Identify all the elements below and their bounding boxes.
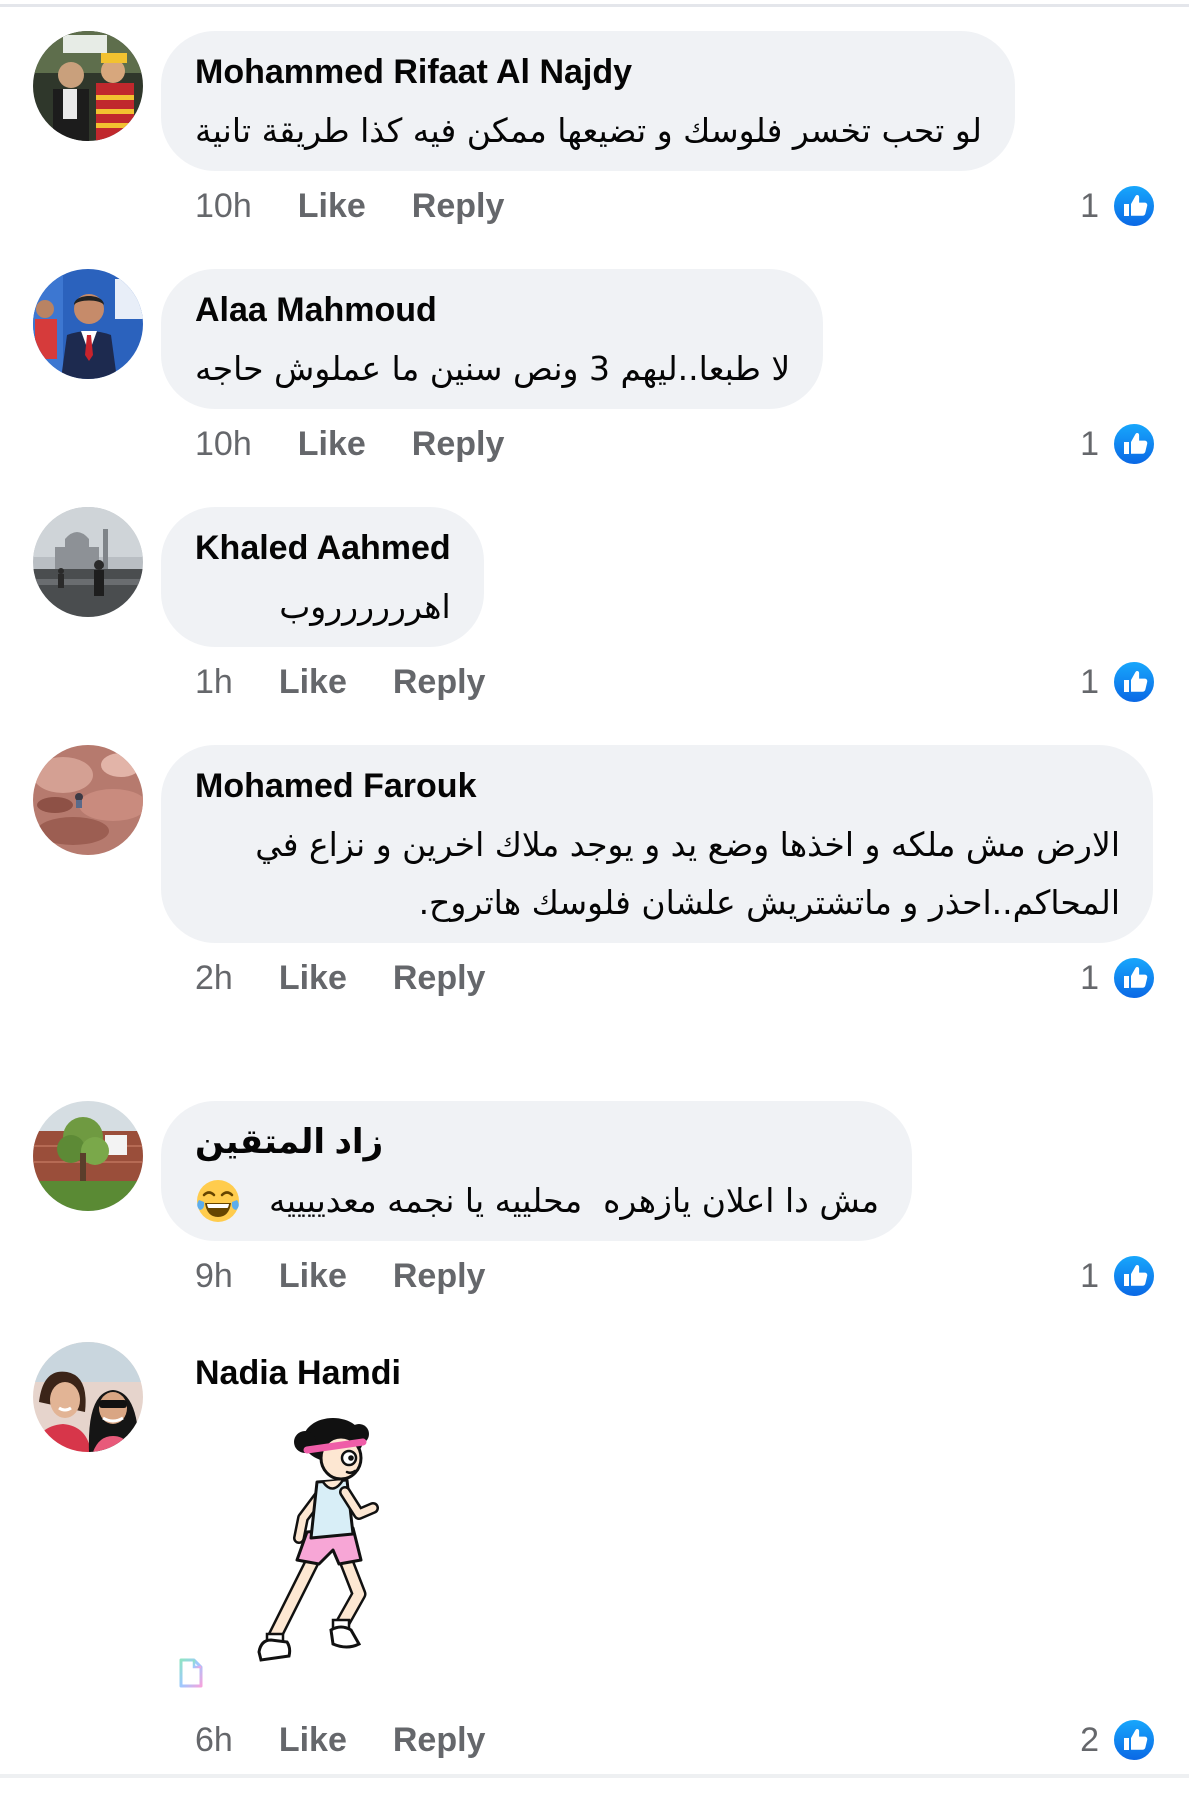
comment-bubble: Mohamed Farouk الارض مش ملكه و اخذها وضع… <box>161 745 1153 943</box>
comment-actions: 9h Like Reply 1 <box>161 1256 1158 1296</box>
reply-button[interactable]: Reply <box>393 662 486 702</box>
running-cartoon-sticker[interactable] <box>247 1412 387 1680</box>
reaction-count: 1 <box>1080 187 1099 225</box>
reaction-summary[interactable]: 1 <box>1080 420 1158 468</box>
comment-author[interactable]: Khaled Aahmed <box>195 526 451 570</box>
tears-of-joy-emoji-icon <box>195 1178 241 1224</box>
comment-time[interactable]: 2h <box>195 958 233 998</box>
reaction-summary[interactable]: 1 <box>1080 1252 1158 1300</box>
like-button[interactable]: Like <box>279 958 347 998</box>
reaction-count: 1 <box>1080 663 1099 701</box>
like-button[interactable]: Like <box>298 186 366 226</box>
comment-actions: 10h Like Reply 1 <box>161 186 1158 226</box>
top-divider <box>0 4 1189 7</box>
like-button[interactable]: Like <box>279 1720 347 1760</box>
comment: Alaa Mahmoud لا طبعا..ليهم 3 ونص سنين ما… <box>0 269 1189 464</box>
reply-button[interactable]: Reply <box>393 1256 486 1296</box>
reply-button[interactable]: Reply <box>393 1720 486 1760</box>
reaction-summary[interactable]: 1 <box>1080 658 1158 706</box>
comment-text: مش دا اعلان يازهره محلييه يا نجمه معدييي… <box>195 1172 879 1230</box>
reply-button[interactable]: Reply <box>412 186 505 226</box>
reply-button[interactable]: Reply <box>393 958 486 998</box>
comment-sticker-area <box>161 1395 1158 1705</box>
comment-bubble: Khaled Aahmed اهرررررروب <box>161 507 484 647</box>
comment-time[interactable]: 6h <box>195 1720 233 1760</box>
comment-text: اهرررررروب <box>279 587 451 626</box>
like-button[interactable]: Like <box>298 424 366 464</box>
sticker-badge-icon <box>178 1657 204 1689</box>
reaction-summary[interactable]: 1 <box>1080 182 1158 230</box>
comment-time[interactable]: 1h <box>195 662 233 702</box>
like-button[interactable]: Like <box>279 1256 347 1296</box>
like-thumb-icon <box>1110 1252 1158 1300</box>
reaction-count: 2 <box>1080 1721 1099 1759</box>
reaction-summary[interactable]: 1 <box>1080 954 1158 1002</box>
bottom-divider <box>0 1774 1189 1778</box>
comment: زاد المتقين مش دا اعلان يازهره محلييه يا… <box>0 1101 1189 1296</box>
comment: Nadia Hamdi 6h Like Reply 2 <box>0 1342 1189 1760</box>
comment-time[interactable]: 9h <box>195 1256 233 1296</box>
like-thumb-icon <box>1110 658 1158 706</box>
comment-actions: 2h Like Reply 1 <box>161 958 1158 998</box>
comment-author[interactable]: Alaa Mahmoud <box>195 288 790 332</box>
reaction-summary[interactable]: 2 <box>1080 1716 1158 1764</box>
like-thumb-icon <box>1110 182 1158 230</box>
comment-text: لا طبعا..ليهم 3 ونص سنين ما عملوش حاجه <box>195 349 791 388</box>
comment-text: الارض مش ملكه و اخذها وضع يد و يوجد ملاك… <box>255 825 1120 922</box>
comment-bubble: زاد المتقين مش دا اعلان يازهره محلييه يا… <box>161 1101 913 1241</box>
reaction-count: 1 <box>1080 959 1099 997</box>
comment-actions: 10h Like Reply 1 <box>161 424 1158 464</box>
avatar[interactable] <box>33 507 143 617</box>
avatar[interactable] <box>33 745 143 855</box>
comment-actions: 6h Like Reply 2 <box>161 1720 1158 1760</box>
comment-actions: 1h Like Reply 1 <box>161 662 1158 702</box>
reply-button[interactable]: Reply <box>412 424 505 464</box>
like-button[interactable]: Like <box>279 662 347 702</box>
reaction-count: 1 <box>1080 425 1099 463</box>
avatar[interactable] <box>33 31 143 141</box>
comment-author[interactable]: Mohamed Farouk <box>195 764 1120 808</box>
comment-author[interactable]: زاد المتقين <box>195 1120 879 1164</box>
avatar[interactable] <box>33 269 143 379</box>
comment-time[interactable]: 10h <box>195 186 252 226</box>
comment-author[interactable]: Nadia Hamdi <box>161 1351 1158 1395</box>
comment-bubble: Mohammed Rifaat Al Najdy لو تحب تخسر فلو… <box>161 31 1015 171</box>
reaction-count: 1 <box>1080 1257 1099 1295</box>
comment-text: لو تحب تخسر فلوسك و تضيعها ممكن فيه كذا … <box>195 111 982 150</box>
comment: Mohamed Farouk الارض مش ملكه و اخذها وضع… <box>0 745 1189 998</box>
comment-time[interactable]: 10h <box>195 424 252 464</box>
like-thumb-icon <box>1110 420 1158 468</box>
like-thumb-icon <box>1110 954 1158 1002</box>
comment: Mohammed Rifaat Al Najdy لو تحب تخسر فلو… <box>0 31 1189 226</box>
comment-text-content: مش دا اعلان يازهره محلييه يا نجمه معدييي… <box>269 1181 880 1220</box>
avatar[interactable] <box>33 1101 143 1211</box>
comment-author[interactable]: Mohammed Rifaat Al Najdy <box>195 50 982 94</box>
comment: Khaled Aahmed اهرررررروب 1h Like Reply 1 <box>0 507 1189 702</box>
avatar[interactable] <box>33 1342 143 1452</box>
like-thumb-icon <box>1110 1716 1158 1764</box>
comment-bubble: Alaa Mahmoud لا طبعا..ليهم 3 ونص سنين ما… <box>161 269 824 409</box>
